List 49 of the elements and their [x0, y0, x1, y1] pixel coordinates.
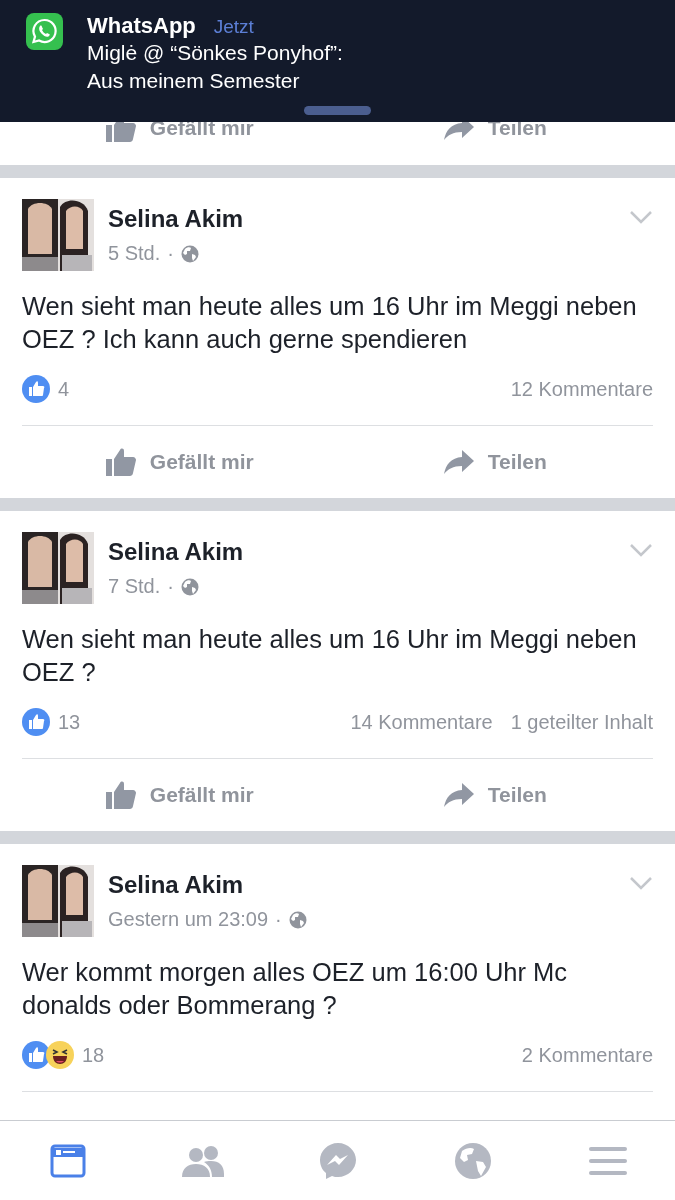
globe-icon	[180, 577, 199, 596]
reaction-count: 13	[58, 710, 82, 734]
chevron-down-icon[interactable]	[629, 543, 653, 557]
notification-text: Aus meinem Semester	[87, 68, 301, 94]
globe-icon	[453, 1141, 492, 1180]
news-feed-icon	[49, 1143, 86, 1178]
reaction-count: 18	[82, 1043, 106, 1067]
post-stat[interactable]: 12 Kommentare	[510, 377, 653, 401]
post-stat[interactable]: 2 Kommentare	[521, 1043, 653, 1067]
like-reaction-icon	[22, 708, 50, 736]
chevron-down-icon[interactable]	[629, 876, 653, 890]
laughing-emoji-icon	[46, 1041, 74, 1069]
separator-dot: ·	[275, 908, 282, 931]
notification-banner[interactable]: WhatsApp Jetzt Miglė @ “Sönkes Ponyhof”: Aus meinem Semester	[0, 0, 675, 122]
messenger-icon	[318, 1141, 357, 1180]
share-arrow-icon	[443, 450, 474, 474]
post-stat[interactable]: 14 Kommentare	[350, 710, 493, 734]
like-reaction-icon	[22, 1041, 50, 1069]
chevron-down-icon[interactable]	[629, 210, 653, 224]
share-button[interactable]: Teilen	[337, 444, 653, 480]
post-text: Wer kommt morgen alles OEZ um 16:00 Uhr Mc donalds oder Bommerang ?	[22, 957, 569, 1021]
thumbs-up-icon	[105, 781, 136, 809]
like-button[interactable]: Gefällt mir	[22, 442, 338, 482]
thumbs-up-icon	[105, 448, 136, 476]
globe-icon	[288, 910, 307, 929]
post-stat[interactable]: 1 geteilter Inhalt	[510, 710, 653, 734]
friends-icon	[181, 1144, 224, 1177]
author-name[interactable]: Selina Akim	[108, 871, 307, 899]
notification-text: Miglė @ “Sönkes Ponyhof”:	[87, 40, 343, 66]
menu-icon	[588, 1145, 627, 1176]
post-text: Wen sieht man heute alles um 16 Uhr im Meggi neben OEZ ?	[22, 624, 638, 688]
author-name[interactable]: Selina Akim	[108, 205, 244, 233]
author-name[interactable]: Selina Akim	[108, 538, 244, 566]
post-time: 7 Std.	[108, 575, 161, 598]
reaction-count: 4	[58, 377, 71, 401]
app-name: WhatsApp	[87, 13, 196, 39]
separator-dot: ·	[167, 575, 174, 598]
like-reaction-icon	[22, 375, 50, 403]
grabber-handle[interactable]	[304, 106, 371, 115]
notification-time: Jetzt	[213, 16, 254, 38]
post-time: 5 Std.	[108, 242, 161, 265]
separator-dot: ·	[167, 242, 174, 265]
share-arrow-icon	[443, 783, 474, 807]
share-button[interactable]: Teilen	[337, 777, 653, 813]
post-text: Wen sieht man heute alles um 16 Uhr im Meggi neben OEZ ? Ich kann auch gerne spendieren	[22, 291, 638, 355]
globe-icon	[180, 244, 199, 263]
like-button[interactable]: Gefällt mir	[22, 775, 338, 815]
post-time: Gestern um 23:09	[108, 908, 269, 931]
chat-app-icon	[26, 13, 63, 50]
